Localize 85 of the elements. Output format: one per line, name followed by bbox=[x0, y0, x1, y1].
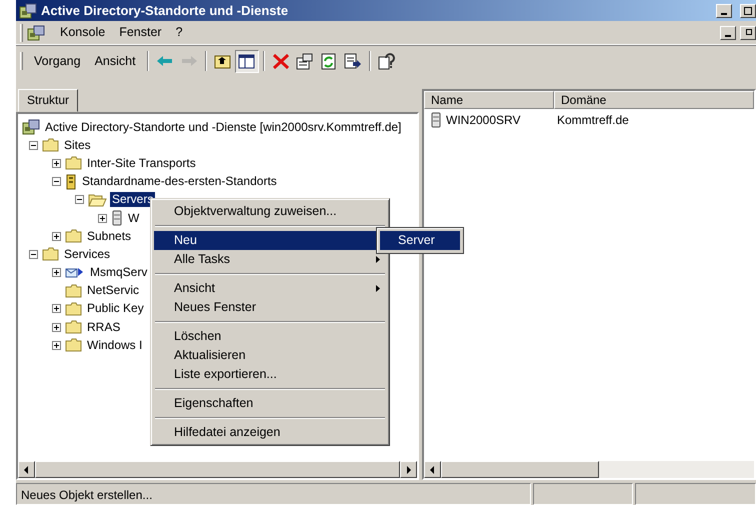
list-item[interactable]: WIN2000SRV bbox=[446, 111, 550, 129]
submenu-arrow-icon bbox=[376, 256, 380, 263]
expand-icon[interactable] bbox=[52, 268, 60, 278]
menu-item[interactable]: Alle Tasks bbox=[154, 250, 386, 269]
folder-icon bbox=[65, 338, 82, 352]
folder-icon bbox=[65, 320, 82, 334]
help-icon bbox=[376, 52, 397, 70]
console-icon bbox=[22, 119, 40, 136]
restore-icon bbox=[744, 28, 752, 36]
menu-item[interactable]: Konsole bbox=[53, 22, 112, 43]
minimize-icon bbox=[725, 34, 731, 36]
tree-item[interactable]: NetServic bbox=[85, 283, 142, 298]
submenu-arrow-icon bbox=[376, 285, 380, 292]
expand-icon[interactable] bbox=[52, 158, 60, 168]
tree-item[interactable]: MsmqServ bbox=[88, 265, 150, 280]
expand-icon[interactable] bbox=[98, 214, 106, 223]
menu-item[interactable]: Ansicht bbox=[154, 279, 386, 298]
maximize-button[interactable] bbox=[740, 4, 756, 18]
toolbar-menu[interactable]: Vorgang bbox=[27, 50, 88, 72]
properties-icon bbox=[294, 52, 315, 70]
window-title: Active Directory-Standorte und -Dienste bbox=[41, 2, 290, 20]
minimize-button[interactable] bbox=[720, 26, 736, 40]
app-icon bbox=[19, 3, 37, 20]
folder-icon bbox=[65, 156, 82, 170]
menu-item[interactable]: ? bbox=[168, 22, 190, 43]
tab[interactable]: Struktur bbox=[18, 89, 78, 112]
tree-item[interactable]: Inter-Site Transports bbox=[85, 156, 198, 171]
collapse-icon[interactable] bbox=[74, 195, 84, 204]
tree-item[interactable]: W bbox=[126, 210, 142, 226]
server-icon bbox=[430, 112, 442, 128]
building-icon bbox=[65, 174, 77, 190]
maximize-icon bbox=[744, 6, 752, 14]
collapse-icon[interactable] bbox=[52, 177, 60, 186]
scroll-left-button[interactable] bbox=[18, 461, 35, 478]
expand-icon[interactable] bbox=[52, 232, 60, 241]
minimize-button[interactable] bbox=[716, 4, 732, 18]
right-arrow-icon bbox=[406, 466, 411, 474]
left-arrow-icon bbox=[430, 466, 435, 474]
minimize-icon bbox=[721, 12, 727, 14]
open-folder-icon bbox=[88, 192, 107, 207]
scroll-left-button[interactable] bbox=[424, 461, 441, 478]
folder-icon bbox=[65, 229, 82, 244]
menu-item[interactable]: Fenster bbox=[112, 22, 169, 43]
folder-icon bbox=[42, 247, 59, 262]
folder-icon bbox=[42, 138, 59, 152]
menu-item[interactable]: Aktualisieren bbox=[154, 346, 386, 365]
app-icon bbox=[27, 25, 45, 42]
left-arrow-icon bbox=[24, 466, 29, 474]
envelope-icon bbox=[65, 266, 85, 280]
scroll-right-button[interactable] bbox=[400, 461, 417, 478]
tree-item[interactable]: RRAS bbox=[85, 320, 122, 335]
menu-item[interactable]: Eigenschaften bbox=[154, 394, 386, 413]
list-cell-text: Kommtreff.de bbox=[556, 112, 629, 129]
export-icon bbox=[342, 52, 363, 70]
menu-item[interactable]: Hilfedatei anzeigen bbox=[154, 423, 386, 442]
horizontal-scrollbar[interactable] bbox=[424, 461, 754, 478]
tree-item[interactable]: Standardname-des-ersten-Standorts bbox=[80, 174, 279, 190]
collapse-icon[interactable] bbox=[28, 250, 38, 259]
tree-item[interactable]: Active Directory-Standorte und -Dienste [win2000srv.Kommtreff.de] bbox=[43, 120, 404, 135]
tree-item[interactable]: Sites bbox=[62, 138, 93, 153]
expand-icon[interactable] bbox=[52, 304, 60, 314]
folder-icon bbox=[65, 284, 82, 298]
scroll-thumb[interactable] bbox=[441, 461, 600, 478]
tree-item[interactable]: Services bbox=[62, 246, 112, 262]
collapse-icon[interactable] bbox=[28, 140, 38, 150]
restore-button[interactable] bbox=[740, 26, 756, 40]
pane-button[interactable] bbox=[234, 50, 259, 72]
column-header[interactable]: Domäne bbox=[554, 91, 754, 109]
menu-item[interactable]: Löschen bbox=[154, 327, 386, 346]
column-header[interactable]: Name bbox=[424, 91, 554, 109]
tree-item[interactable]: Subnets bbox=[85, 228, 134, 244]
toolbar-menu[interactable]: Ansicht bbox=[88, 50, 143, 72]
expand-icon[interactable] bbox=[52, 322, 60, 332]
folder-icon bbox=[65, 302, 82, 316]
delete-icon bbox=[270, 52, 291, 70]
menu-item[interactable]: Server bbox=[380, 231, 460, 250]
pane-icon bbox=[236, 52, 257, 70]
tree-item[interactable]: Public Key bbox=[85, 301, 146, 316]
expand-icon[interactable] bbox=[52, 340, 60, 350]
status-text: Neues Objekt erstellen... bbox=[16, 483, 531, 505]
menu-item[interactable]: Objektverwaltung zuweisen... bbox=[154, 202, 386, 221]
tree-item[interactable]: Windows I bbox=[85, 338, 144, 353]
menu-item[interactable]: Liste exportieren... bbox=[154, 365, 386, 384]
menu-item[interactable]: Neues Fenster bbox=[154, 298, 386, 317]
server-icon bbox=[111, 210, 123, 226]
